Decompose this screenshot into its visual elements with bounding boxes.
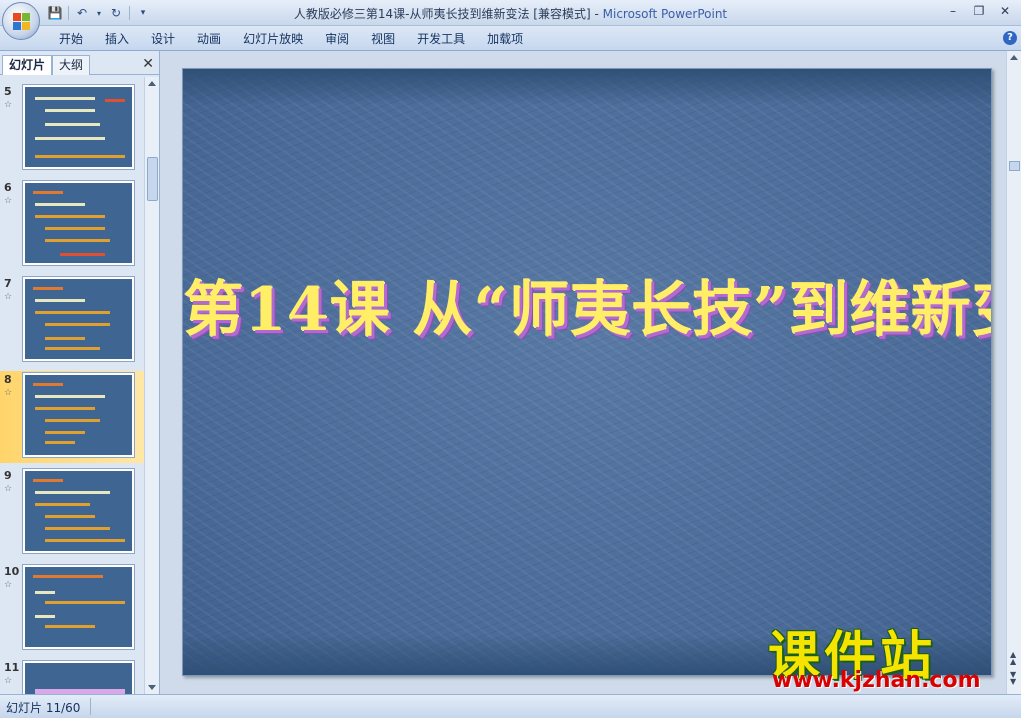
window-title: 人教版必修三第14课-从师夷长技到维新变法 [兼容模式] - Microsoft… <box>0 5 1021 22</box>
help-icon[interactable]: ? <box>1003 31 1017 45</box>
animation-star-icon: ☆ <box>4 100 13 110</box>
slide-number: 5 <box>4 85 12 98</box>
thumbnail-row[interactable]: 6 ☆ <box>0 179 144 271</box>
status-bar: 幻灯片 11/60 <box>0 694 1021 718</box>
thumbnail-row[interactable]: 7 ☆ <box>0 275 144 367</box>
slide-thumbnail[interactable] <box>23 565 134 649</box>
title-separator: - <box>590 7 603 21</box>
tab-animations[interactable]: 动画 <box>186 31 232 47</box>
slide-top-texture <box>183 69 991 105</box>
window-controls: – ❐ ✕ <box>941 2 1017 20</box>
thumbnail-row[interactable]: 10 ☆ <box>0 563 144 655</box>
slide-thumbnail-list: 5 ☆ 6 ☆ 7 ☆ 8 ☆ 9 ☆ 10 ☆ 11 ☆ <box>0 77 144 694</box>
slide-number: 9 <box>4 469 12 482</box>
slide-number: 8 <box>4 373 12 386</box>
document-title: 人教版必修三第14课-从师夷长技到维新变法 [兼容模式] <box>293 7 591 21</box>
thumbnail-row-selected[interactable]: 8 ☆ <box>0 371 144 463</box>
thumbnail-row[interactable]: 11 ☆ <box>0 659 144 694</box>
tab-outline[interactable]: 大纲 <box>52 55 91 75</box>
restore-icon[interactable]: ❐ <box>967 2 991 20</box>
tab-slide-show[interactable]: 幻灯片放映 <box>232 31 314 47</box>
slide-editor: 第14课 从“师夷长技”到维新变法 <box>161 51 1006 694</box>
tab-slides[interactable]: 幻灯片 <box>2 55 53 75</box>
close-icon[interactable]: ✕ <box>993 2 1017 20</box>
tab-view[interactable]: 视图 <box>360 31 406 47</box>
tab-insert[interactable]: 插入 <box>94 31 140 47</box>
slide-number: 10 <box>4 565 20 578</box>
scroll-up-icon[interactable] <box>148 81 156 86</box>
tab-review[interactable]: 审阅 <box>314 31 360 47</box>
slide-counter: 幻灯片 11/60 <box>6 701 81 715</box>
tab-add-ins[interactable]: 加载项 <box>476 31 534 47</box>
slide-thumbnail[interactable] <box>23 661 134 694</box>
tab-developer[interactable]: 开发工具 <box>406 31 476 47</box>
slide-number: 6 <box>4 181 12 194</box>
minimize-icon[interactable]: – <box>941 2 965 20</box>
slide-thumbnail[interactable] <box>23 469 134 553</box>
pane-tabs: 幻灯片 大纲 ✕ <box>0 53 160 75</box>
ribbon-tab-bar: 开始 插入 设计 动画 幻灯片放映 审阅 视图 开发工具 加载项 ? <box>0 26 1021 51</box>
slides-pane: 幻灯片 大纲 ✕ 5 ☆ 6 ☆ 7 ☆ 8 ☆ 9 ☆ 10 ☆ 11 ☆ <box>0 51 160 694</box>
tab-home[interactable]: 开始 <box>48 31 94 47</box>
app-name: Microsoft PowerPoint <box>602 7 728 21</box>
animation-star-icon: ☆ <box>4 292 13 302</box>
status-separator <box>90 698 91 715</box>
animation-star-icon: ☆ <box>4 580 13 590</box>
slide-thumbnail[interactable] <box>23 277 134 361</box>
slide-number: 7 <box>4 277 12 290</box>
animation-star-icon: ☆ <box>4 484 13 494</box>
scrollbar-thumb[interactable] <box>147 157 158 201</box>
thumbnail-row[interactable]: 9 ☆ <box>0 467 144 559</box>
scrollbar-thumb[interactable] <box>1009 161 1020 171</box>
slide-thumbnail[interactable] <box>23 181 134 265</box>
editor-scrollbar[interactable]: ▲ ▲ ▼ ▼ <box>1006 51 1021 694</box>
scroll-down-icon[interactable] <box>148 685 156 690</box>
slide-thumbnail[interactable] <box>23 373 134 457</box>
watermark-url: www.kjzhan.com <box>772 668 981 693</box>
ribbon-tabs: 开始 插入 设计 动画 幻灯片放映 审阅 视图 开发工具 加载项 <box>48 31 534 47</box>
animation-star-icon: ☆ <box>4 196 13 206</box>
office-logo-icon <box>13 13 31 31</box>
office-button[interactable] <box>2 2 40 40</box>
tab-design[interactable]: 设计 <box>140 31 186 47</box>
thumbnail-scrollbar[interactable] <box>144 77 159 694</box>
slide-thumbnail[interactable] <box>23 85 134 169</box>
title-bar: 💾 ↶ ▾ ↻ ▾ 人教版必修三第14课-从师夷长技到维新变法 [兼容模式] -… <box>0 0 1021 26</box>
slide-title[interactable]: 第14课 从“师夷长技”到维新变法 <box>183 261 991 348</box>
current-slide[interactable]: 第14课 从“师夷长技”到维新变法 <box>182 68 992 676</box>
animation-star-icon: ☆ <box>4 676 13 686</box>
scroll-up-icon[interactable] <box>1010 55 1018 60</box>
thumbnail-row[interactable]: 5 ☆ <box>0 83 144 175</box>
animation-star-icon: ☆ <box>4 388 13 398</box>
watermark: 课件站 www.kjzhan.com <box>768 614 1018 694</box>
close-pane-icon[interactable]: ✕ <box>142 56 154 72</box>
slide-number: 11 <box>4 661 20 674</box>
